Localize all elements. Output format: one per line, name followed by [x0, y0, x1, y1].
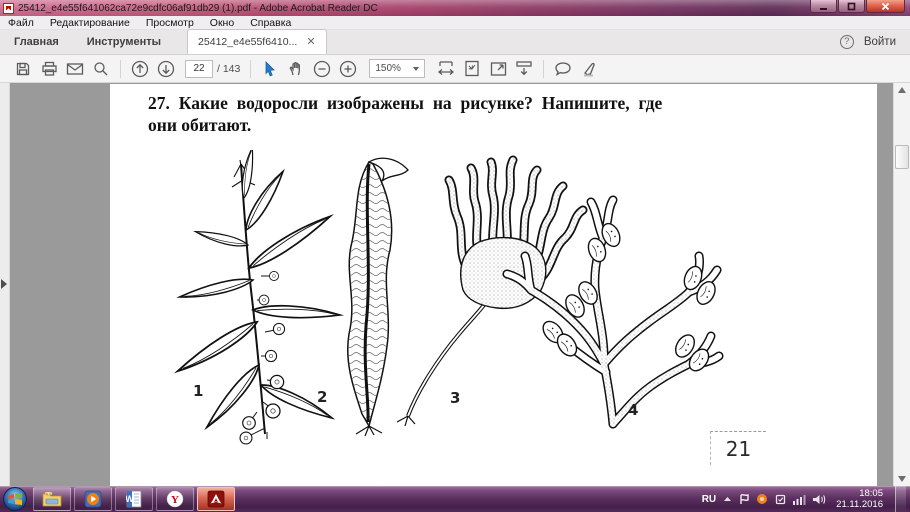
system-tray: RU 18:05 21.11.2016	[702, 486, 910, 512]
media-player-icon	[84, 490, 102, 508]
clock-time: 18:05	[859, 488, 883, 499]
title-bar: 25412_e4e55f641062ca72e9cdfc06af91db29 (…	[0, 0, 910, 16]
zoom-level-dropdown[interactable]: 150%	[369, 59, 426, 78]
safely-remove-tray-icon[interactable]	[775, 494, 786, 505]
scrolling-mode-icon[interactable]	[511, 58, 537, 80]
pdf-page: 27. Какие водоросли изображены на рисунк…	[110, 84, 877, 486]
language-indicator[interactable]: RU	[702, 494, 716, 505]
zoom-in-icon[interactable]	[335, 58, 361, 80]
comment-icon[interactable]	[550, 58, 576, 80]
sign-in-button[interactable]: Войти	[864, 36, 896, 48]
adobe-reader-icon	[207, 490, 225, 508]
tab-tools[interactable]: Инструменты	[73, 29, 175, 54]
taskbar-yandex-browser-button[interactable]: Y	[156, 487, 194, 511]
minimize-button[interactable]	[810, 0, 837, 13]
page-number-box: 21	[710, 431, 766, 465]
question-text: 27. Какие водоросли изображены на рисунк…	[148, 92, 803, 136]
algae-3-drawing	[396, 155, 588, 427]
menu-window[interactable]: Окно	[210, 17, 234, 29]
print-icon[interactable]	[36, 58, 62, 80]
taskbar-explorer-button[interactable]	[33, 487, 71, 511]
scroll-down-icon[interactable]	[898, 476, 906, 482]
svg-text:Y: Y	[171, 494, 179, 506]
acrobat-reader-window: 25412_e4e55f641062ca72e9cdfc06af91db29 (…	[0, 0, 910, 512]
tab-close-icon[interactable]: ✕	[306, 36, 315, 48]
figure-label-1: 1	[193, 382, 204, 400]
algae-illustration	[171, 146, 724, 445]
navigation-pane-strip[interactable]	[0, 83, 10, 486]
fit-page-icon[interactable]	[459, 58, 485, 80]
menu-edit[interactable]: Редактирование	[50, 17, 130, 29]
email-icon[interactable]	[62, 58, 88, 80]
tab-home[interactable]: Главная	[0, 29, 73, 54]
svg-text:W: W	[126, 494, 134, 504]
windows-logo-icon	[8, 493, 22, 505]
fit-width-icon[interactable]	[433, 58, 459, 80]
main-toolbar: / 143 150%	[0, 55, 910, 83]
algae-2-drawing	[347, 157, 409, 437]
menu-help[interactable]: Справка	[250, 17, 291, 29]
word-document-icon: W	[126, 490, 142, 508]
windows-taskbar: W Y RU 18:05 21.11.2016	[0, 486, 910, 512]
vertical-scrollbar[interactable]	[893, 83, 910, 486]
zoom-level-value: 150%	[375, 63, 401, 74]
start-button[interactable]	[0, 486, 30, 512]
volume-icon[interactable]	[813, 494, 826, 505]
zoom-out-icon[interactable]	[309, 58, 335, 80]
taskbar-clock[interactable]: 18:05 21.11.2016	[836, 488, 883, 510]
clock-date: 21.11.2016	[836, 499, 883, 510]
scroll-up-icon[interactable]	[898, 87, 906, 93]
document-tab-label: 25412_e4e55f6410...	[198, 36, 298, 48]
select-tool-icon[interactable]	[257, 58, 283, 80]
explorer-folder-icon	[42, 491, 62, 507]
help-icon[interactable]: ?	[839, 34, 854, 49]
menu-bar: Файл Редактирование Просмотр Окно Справк…	[0, 16, 910, 30]
hand-tool-icon[interactable]	[283, 58, 309, 80]
document-viewport: 27. Какие водоросли изображены на рисунк…	[0, 83, 910, 486]
hidden-icons-chevron-icon[interactable]	[723, 496, 732, 502]
menu-file[interactable]: Файл	[8, 17, 34, 29]
scrollbar-thumb[interactable]	[895, 145, 909, 169]
figure-label-3: 3	[450, 389, 461, 407]
navigation-pane-toggle-icon[interactable]	[1, 279, 7, 289]
page-number-input[interactable]	[185, 59, 213, 78]
search-icon[interactable]	[88, 58, 114, 80]
window-title: 25412_e4e55f641062ca72e9cdfc06af91db29 (…	[18, 2, 378, 14]
maximize-button[interactable]	[838, 0, 865, 13]
network-signal-icon[interactable]	[793, 494, 806, 505]
menu-view[interactable]: Просмотр	[146, 17, 194, 29]
taskbar-adobe-reader-button[interactable]	[197, 487, 235, 511]
printed-page-number: 21	[725, 436, 752, 461]
question-line-2: они обитают.	[148, 115, 252, 135]
close-button[interactable]	[866, 0, 905, 13]
tab-bar: Главная Инструменты 25412_e4e55f6410... …	[0, 29, 910, 55]
taskbar-media-player-button[interactable]	[74, 487, 112, 511]
tab-document[interactable]: 25412_e4e55f6410... ✕	[187, 29, 327, 54]
highlight-icon[interactable]	[576, 58, 602, 80]
show-desktop-button[interactable]	[895, 486, 906, 512]
previous-page-icon[interactable]	[127, 58, 153, 80]
figure-label-4: 4	[628, 401, 639, 419]
figure-label-2: 2	[317, 388, 328, 406]
save-icon[interactable]	[10, 58, 36, 80]
algae-figure: 1 2 3 4	[145, 146, 745, 446]
reading-mode-icon[interactable]	[485, 58, 511, 80]
antivirus-tray-icon[interactable]	[756, 493, 768, 505]
action-center-flag-icon[interactable]	[739, 493, 749, 505]
adobe-reader-app-icon	[3, 2, 14, 14]
chevron-down-icon	[413, 66, 420, 71]
page-count-label: / 143	[217, 62, 241, 75]
next-page-icon[interactable]	[153, 58, 179, 80]
yandex-browser-icon: Y	[166, 490, 184, 508]
question-line-1: 27. Какие водоросли изображены на рисунк…	[148, 93, 663, 113]
taskbar-word-button[interactable]: W	[115, 487, 153, 511]
